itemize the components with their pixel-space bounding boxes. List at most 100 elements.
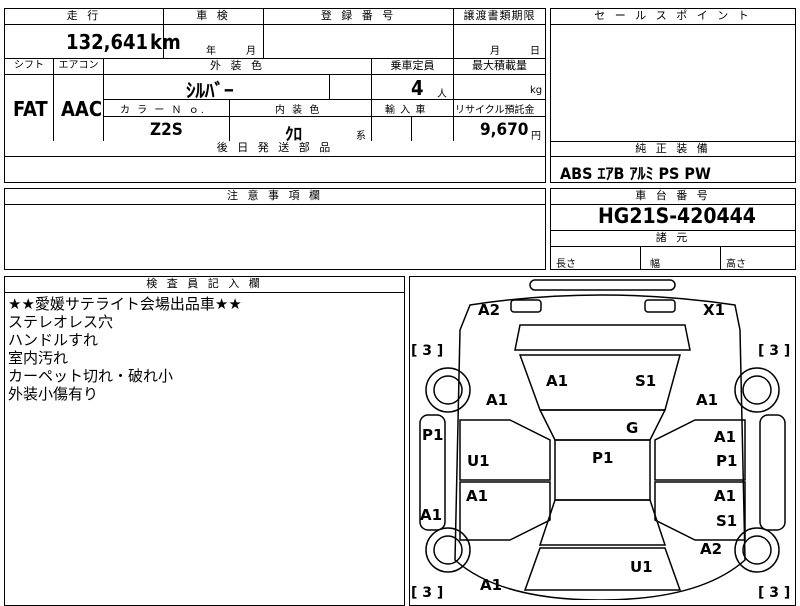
capacity-unit: 人 bbox=[437, 89, 447, 100]
inspector-header: 検 査 員 記 入 欄 bbox=[4, 276, 405, 293]
mark-trunk: U1 bbox=[630, 558, 653, 576]
capacity-label: 乗車定員 bbox=[390, 59, 435, 72]
mark-door-rear-right-top: A1 bbox=[714, 487, 736, 505]
wheel-fl-shape bbox=[425, 367, 471, 413]
exterior-color-header: 外 装 色 bbox=[103, 58, 372, 75]
mileage-header: 走 行 bbox=[4, 8, 164, 25]
recycle-value: 9,670 bbox=[480, 120, 529, 140]
sales-point-box bbox=[550, 8, 796, 143]
max-load-header: 最大積載量 bbox=[453, 58, 546, 75]
ac-label: エアコン bbox=[58, 60, 99, 71]
mark-tire-fl: [ 3 ] bbox=[411, 343, 443, 359]
capacity-header: 乗車定員 bbox=[371, 58, 454, 75]
mark-windshield: G bbox=[626, 419, 638, 437]
mark-door-rear-left: A1 bbox=[466, 487, 488, 505]
mark-tire-rr: [ 3 ] bbox=[758, 585, 790, 600]
later-parts-header: 後 日 発 送 部 品 bbox=[4, 141, 546, 157]
hood-top-shape bbox=[514, 324, 691, 351]
transfer-day-unit: 日 bbox=[530, 46, 540, 57]
inspection-year-unit: 年 bbox=[206, 46, 216, 57]
mark-tire-rl: [ 3 ] bbox=[411, 585, 443, 600]
rear-window-shape bbox=[538, 499, 667, 546]
dimensions-header: 諸 元 bbox=[550, 230, 796, 247]
sales-point-label: セ ー ル ス ポ イ ン ト bbox=[594, 9, 752, 22]
mark-hood-left: A1 bbox=[546, 372, 568, 390]
recycle-unit: 円 bbox=[531, 131, 541, 142]
shift-label: シフト bbox=[14, 60, 44, 71]
headlight-right-shape bbox=[644, 299, 676, 313]
equipment-header: 純 正 装 備 bbox=[550, 141, 796, 157]
width-label: 幅 bbox=[650, 259, 660, 270]
dimensions-label: 諸 元 bbox=[655, 231, 691, 244]
mark-door-front-left: U1 bbox=[467, 452, 490, 470]
interior-color-label: 内 装 色 bbox=[275, 105, 322, 116]
inspection-month-unit: 月 bbox=[246, 46, 256, 57]
mark-rocker-left: A1 bbox=[420, 506, 442, 524]
car-diagram: A2 X1 [ 3 ] [ 3 ] A1 S1 A1 A1 G P1 A1 P1… bbox=[411, 279, 790, 600]
import-label: 輸 入 車 bbox=[385, 105, 427, 116]
inspector-notes: ★★愛媛サテライト会場出品車★★ ステレオレス穴 ハンドルすれ 室内汚れ カーペ… bbox=[8, 295, 242, 403]
recycle-label: リサイクル預託金 bbox=[455, 105, 535, 116]
door-front-left-shape bbox=[459, 419, 551, 481]
transfer-header: 譲渡書類期限 bbox=[453, 8, 546, 25]
mark-tire-fr: [ 3 ] bbox=[758, 343, 790, 359]
inspection-header: 車 検 bbox=[163, 8, 264, 25]
chassis-number: HG21S-420444 bbox=[598, 204, 756, 228]
ac-header: エアコン bbox=[53, 58, 104, 75]
mark-front-bumper-left: A2 bbox=[478, 301, 500, 319]
caution-header: 注 意 事 項 欄 bbox=[4, 188, 546, 205]
wheel-rl-shape bbox=[425, 527, 471, 573]
interior-suffix: 系 bbox=[356, 131, 366, 142]
equipment-label: 純 正 装 備 bbox=[635, 142, 711, 155]
transfer-month-unit: 月 bbox=[490, 46, 500, 57]
mark-quarter-right: A2 bbox=[700, 540, 722, 558]
inspection-label: 車 検 bbox=[196, 9, 231, 22]
rear-hatch-shape bbox=[523, 547, 682, 591]
registration-header: 登 録 番 号 bbox=[263, 8, 454, 25]
capacity-value: 4 bbox=[411, 76, 424, 100]
length-label: 長さ bbox=[556, 259, 576, 270]
equipment-value: ABS ｴｱB ｱﾙﾐ PS PW bbox=[560, 164, 711, 183]
windshield-shape bbox=[538, 409, 667, 441]
mileage-label: 走 行 bbox=[66, 9, 102, 22]
mark-fender-left: A1 bbox=[486, 391, 508, 409]
note-line: ★★愛媛サテライト会場出品車★★ bbox=[8, 295, 242, 313]
inspector-label: 検 査 員 記 入 欄 bbox=[146, 277, 263, 290]
max-load-label: 最大積載量 bbox=[472, 59, 527, 72]
mark-door-front-right-bottom: P1 bbox=[716, 452, 737, 470]
mileage-value: 132,641 bbox=[66, 30, 148, 54]
front-bumper-shape bbox=[529, 279, 676, 291]
shift-header: シフト bbox=[4, 58, 54, 75]
mark-hood-right: S1 bbox=[635, 372, 656, 390]
height-label: 高さ bbox=[726, 259, 746, 270]
sales-point-header: セ ー ル ス ポ イ ン ト bbox=[550, 8, 796, 25]
mark-front-bumper-right: X1 bbox=[703, 301, 725, 319]
caution-label: 注 意 事 項 欄 bbox=[227, 189, 323, 202]
mark-roof: P1 bbox=[592, 449, 613, 467]
registration-label: 登 録 番 号 bbox=[320, 9, 397, 22]
color-no-value: Z2S bbox=[150, 120, 183, 140]
mark-door-rear-right-bottom: S1 bbox=[716, 512, 737, 530]
rocker-right-shape bbox=[759, 414, 786, 531]
note-line: 外装小傷有り bbox=[8, 385, 99, 403]
mark-quarter-left: A1 bbox=[480, 576, 502, 594]
headlight-left-shape bbox=[510, 299, 542, 313]
ac-value: AAC bbox=[61, 97, 103, 121]
wheel-rr-shape bbox=[734, 527, 780, 573]
mark-pillar-left: P1 bbox=[422, 426, 443, 444]
note-line: カーペット切れ・破れ小 bbox=[8, 367, 174, 385]
note-line: ハンドルすれ bbox=[8, 331, 99, 349]
max-load-unit: kg bbox=[530, 85, 543, 96]
mark-fender-right: A1 bbox=[696, 391, 718, 409]
note-line: 室内汚れ bbox=[8, 349, 69, 367]
later-parts-label: 後 日 発 送 部 品 bbox=[216, 141, 334, 154]
chassis-label: 車 台 番 号 bbox=[635, 189, 711, 202]
mark-door-front-right-top: A1 bbox=[714, 428, 736, 446]
chassis-header: 車 台 番 号 bbox=[550, 188, 796, 205]
exterior-color-label: 外 装 色 bbox=[210, 59, 265, 72]
shift-value: FAT bbox=[13, 97, 48, 121]
note-line: ステレオレス穴 bbox=[8, 313, 114, 331]
mileage-unit: km bbox=[150, 30, 181, 54]
transfer-deadline-label: 譲渡書類期限 bbox=[463, 9, 536, 22]
exterior-color-value: ｼﾙﾊﾞｰ bbox=[186, 80, 234, 102]
